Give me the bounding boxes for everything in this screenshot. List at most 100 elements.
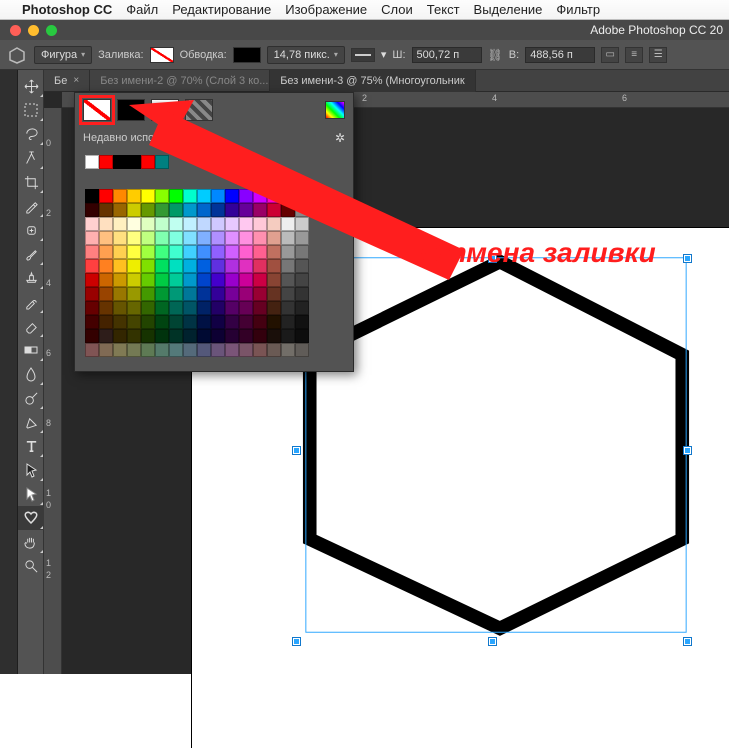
palette-color-swatch[interactable] [141, 315, 155, 329]
palette-color-swatch[interactable] [127, 301, 141, 315]
palette-color-swatch[interactable] [141, 231, 155, 245]
palette-color-swatch[interactable] [211, 343, 225, 357]
palette-color-swatch[interactable] [169, 301, 183, 315]
transform-handle[interactable] [489, 638, 496, 645]
palette-color-swatch[interactable] [127, 315, 141, 329]
palette-color-swatch[interactable] [267, 189, 281, 203]
menu-file[interactable]: Файл [126, 2, 158, 17]
recent-color-swatch[interactable] [99, 155, 113, 169]
palette-color-swatch[interactable] [113, 315, 127, 329]
menu-image[interactable]: Изображение [285, 2, 367, 17]
recent-color-swatch[interactable] [141, 155, 155, 169]
palette-color-swatch[interactable] [169, 315, 183, 329]
palette-color-swatch[interactable] [197, 245, 211, 259]
color-picker-icon[interactable] [325, 101, 345, 119]
palette-color-swatch[interactable] [239, 203, 253, 217]
palette-color-swatch[interactable] [281, 217, 295, 231]
palette-color-swatch[interactable] [267, 343, 281, 357]
width-field[interactable] [412, 47, 482, 63]
palette-color-swatch[interactable] [253, 189, 267, 203]
palette-color-swatch[interactable] [239, 245, 253, 259]
palette-color-swatch[interactable] [239, 329, 253, 343]
palette-color-swatch[interactable] [281, 315, 295, 329]
palette-color-swatch[interactable] [225, 203, 239, 217]
menu-select[interactable]: Выделение [474, 2, 543, 17]
palette-color-swatch[interactable] [267, 273, 281, 287]
palette-color-swatch[interactable] [295, 343, 309, 357]
eraser-tool[interactable] [18, 314, 44, 338]
palette-color-swatch[interactable] [85, 301, 99, 315]
palette-color-swatch[interactable] [295, 301, 309, 315]
palette-color-swatch[interactable] [239, 315, 253, 329]
palette-color-swatch[interactable] [239, 273, 253, 287]
palette-color-swatch[interactable] [85, 315, 99, 329]
link-wh-icon[interactable]: ⛓ [488, 48, 503, 62]
palette-color-swatch[interactable] [225, 231, 239, 245]
palette-color-swatch[interactable] [99, 231, 113, 245]
arrange-button[interactable]: ☰ [649, 47, 667, 63]
shape-mode-dropdown[interactable]: Фигура ▾ [34, 46, 92, 64]
palette-color-swatch[interactable] [211, 301, 225, 315]
transform-handle[interactable] [684, 447, 691, 454]
palette-color-swatch[interactable] [85, 259, 99, 273]
document-tab[interactable]: Бе × [44, 70, 90, 92]
palette-color-swatch[interactable] [197, 259, 211, 273]
palette-color-swatch[interactable] [127, 273, 141, 287]
palette-color-swatch[interactable] [225, 245, 239, 259]
zoom-window-button[interactable] [46, 25, 57, 36]
palette-color-swatch[interactable] [155, 343, 169, 357]
brush-tool[interactable] [18, 242, 44, 266]
palette-color-swatch[interactable] [113, 287, 127, 301]
palette-color-swatch[interactable] [295, 217, 309, 231]
eyedropper-tool[interactable] [18, 194, 44, 218]
palette-color-swatch[interactable] [225, 343, 239, 357]
palette-color-swatch[interactable] [141, 329, 155, 343]
palette-color-swatch[interactable] [197, 203, 211, 217]
palette-color-swatch[interactable] [99, 203, 113, 217]
palette-color-swatch[interactable] [197, 189, 211, 203]
close-icon[interactable]: × [73, 75, 79, 86]
palette-color-swatch[interactable] [85, 343, 99, 357]
palette-color-swatch[interactable] [99, 245, 113, 259]
palette-color-swatch[interactable] [169, 287, 183, 301]
recent-color-swatch[interactable] [85, 155, 99, 169]
palette-color-swatch[interactable] [253, 329, 267, 343]
palette-color-swatch[interactable] [85, 203, 99, 217]
palette-color-swatch[interactable] [197, 231, 211, 245]
palette-color-swatch[interactable] [113, 343, 127, 357]
palette-color-swatch[interactable] [141, 259, 155, 273]
palette-color-swatch[interactable] [183, 203, 197, 217]
palette-color-swatch[interactable] [155, 245, 169, 259]
minimize-window-button[interactable] [28, 25, 39, 36]
palette-color-swatch[interactable] [281, 189, 295, 203]
palette-color-swatch[interactable] [253, 273, 267, 287]
recent-color-swatch[interactable] [113, 155, 127, 169]
palette-color-swatch[interactable] [281, 273, 295, 287]
palette-color-swatch[interactable] [85, 273, 99, 287]
palette-color-swatch[interactable] [239, 287, 253, 301]
palette-color-swatch[interactable] [225, 217, 239, 231]
palette-color-swatch[interactable] [99, 343, 113, 357]
palette-color-swatch[interactable] [183, 273, 197, 287]
palette-color-swatch[interactable] [169, 259, 183, 273]
ruler-vertical[interactable]: 0 2 4 6 8 1 0 1 2 [44, 108, 62, 674]
menu-edit[interactable]: Редактирование [172, 2, 271, 17]
stroke-width-field[interactable]: 14,78 пикс. ▾ [267, 46, 345, 64]
palette-color-swatch[interactable] [225, 259, 239, 273]
palette-color-swatch[interactable] [239, 189, 253, 203]
transform-handle[interactable] [293, 638, 300, 645]
direct-select-tool[interactable] [18, 482, 44, 506]
document-tab[interactable]: Без имени-2 @ 70% (Слой 3 ко... × [90, 70, 270, 92]
palette-color-swatch[interactable] [281, 231, 295, 245]
height-field[interactable] [525, 47, 595, 63]
palette-color-swatch[interactable] [155, 203, 169, 217]
close-window-button[interactable] [10, 25, 21, 36]
custom-shape-tool[interactable] [18, 506, 44, 530]
quick-select-tool[interactable] [18, 146, 44, 170]
palette-color-swatch[interactable] [239, 217, 253, 231]
palette-color-swatch[interactable] [295, 315, 309, 329]
palette-color-swatch[interactable] [267, 203, 281, 217]
palette-color-swatch[interactable] [295, 329, 309, 343]
palette-color-swatch[interactable] [267, 217, 281, 231]
palette-color-swatch[interactable] [127, 217, 141, 231]
